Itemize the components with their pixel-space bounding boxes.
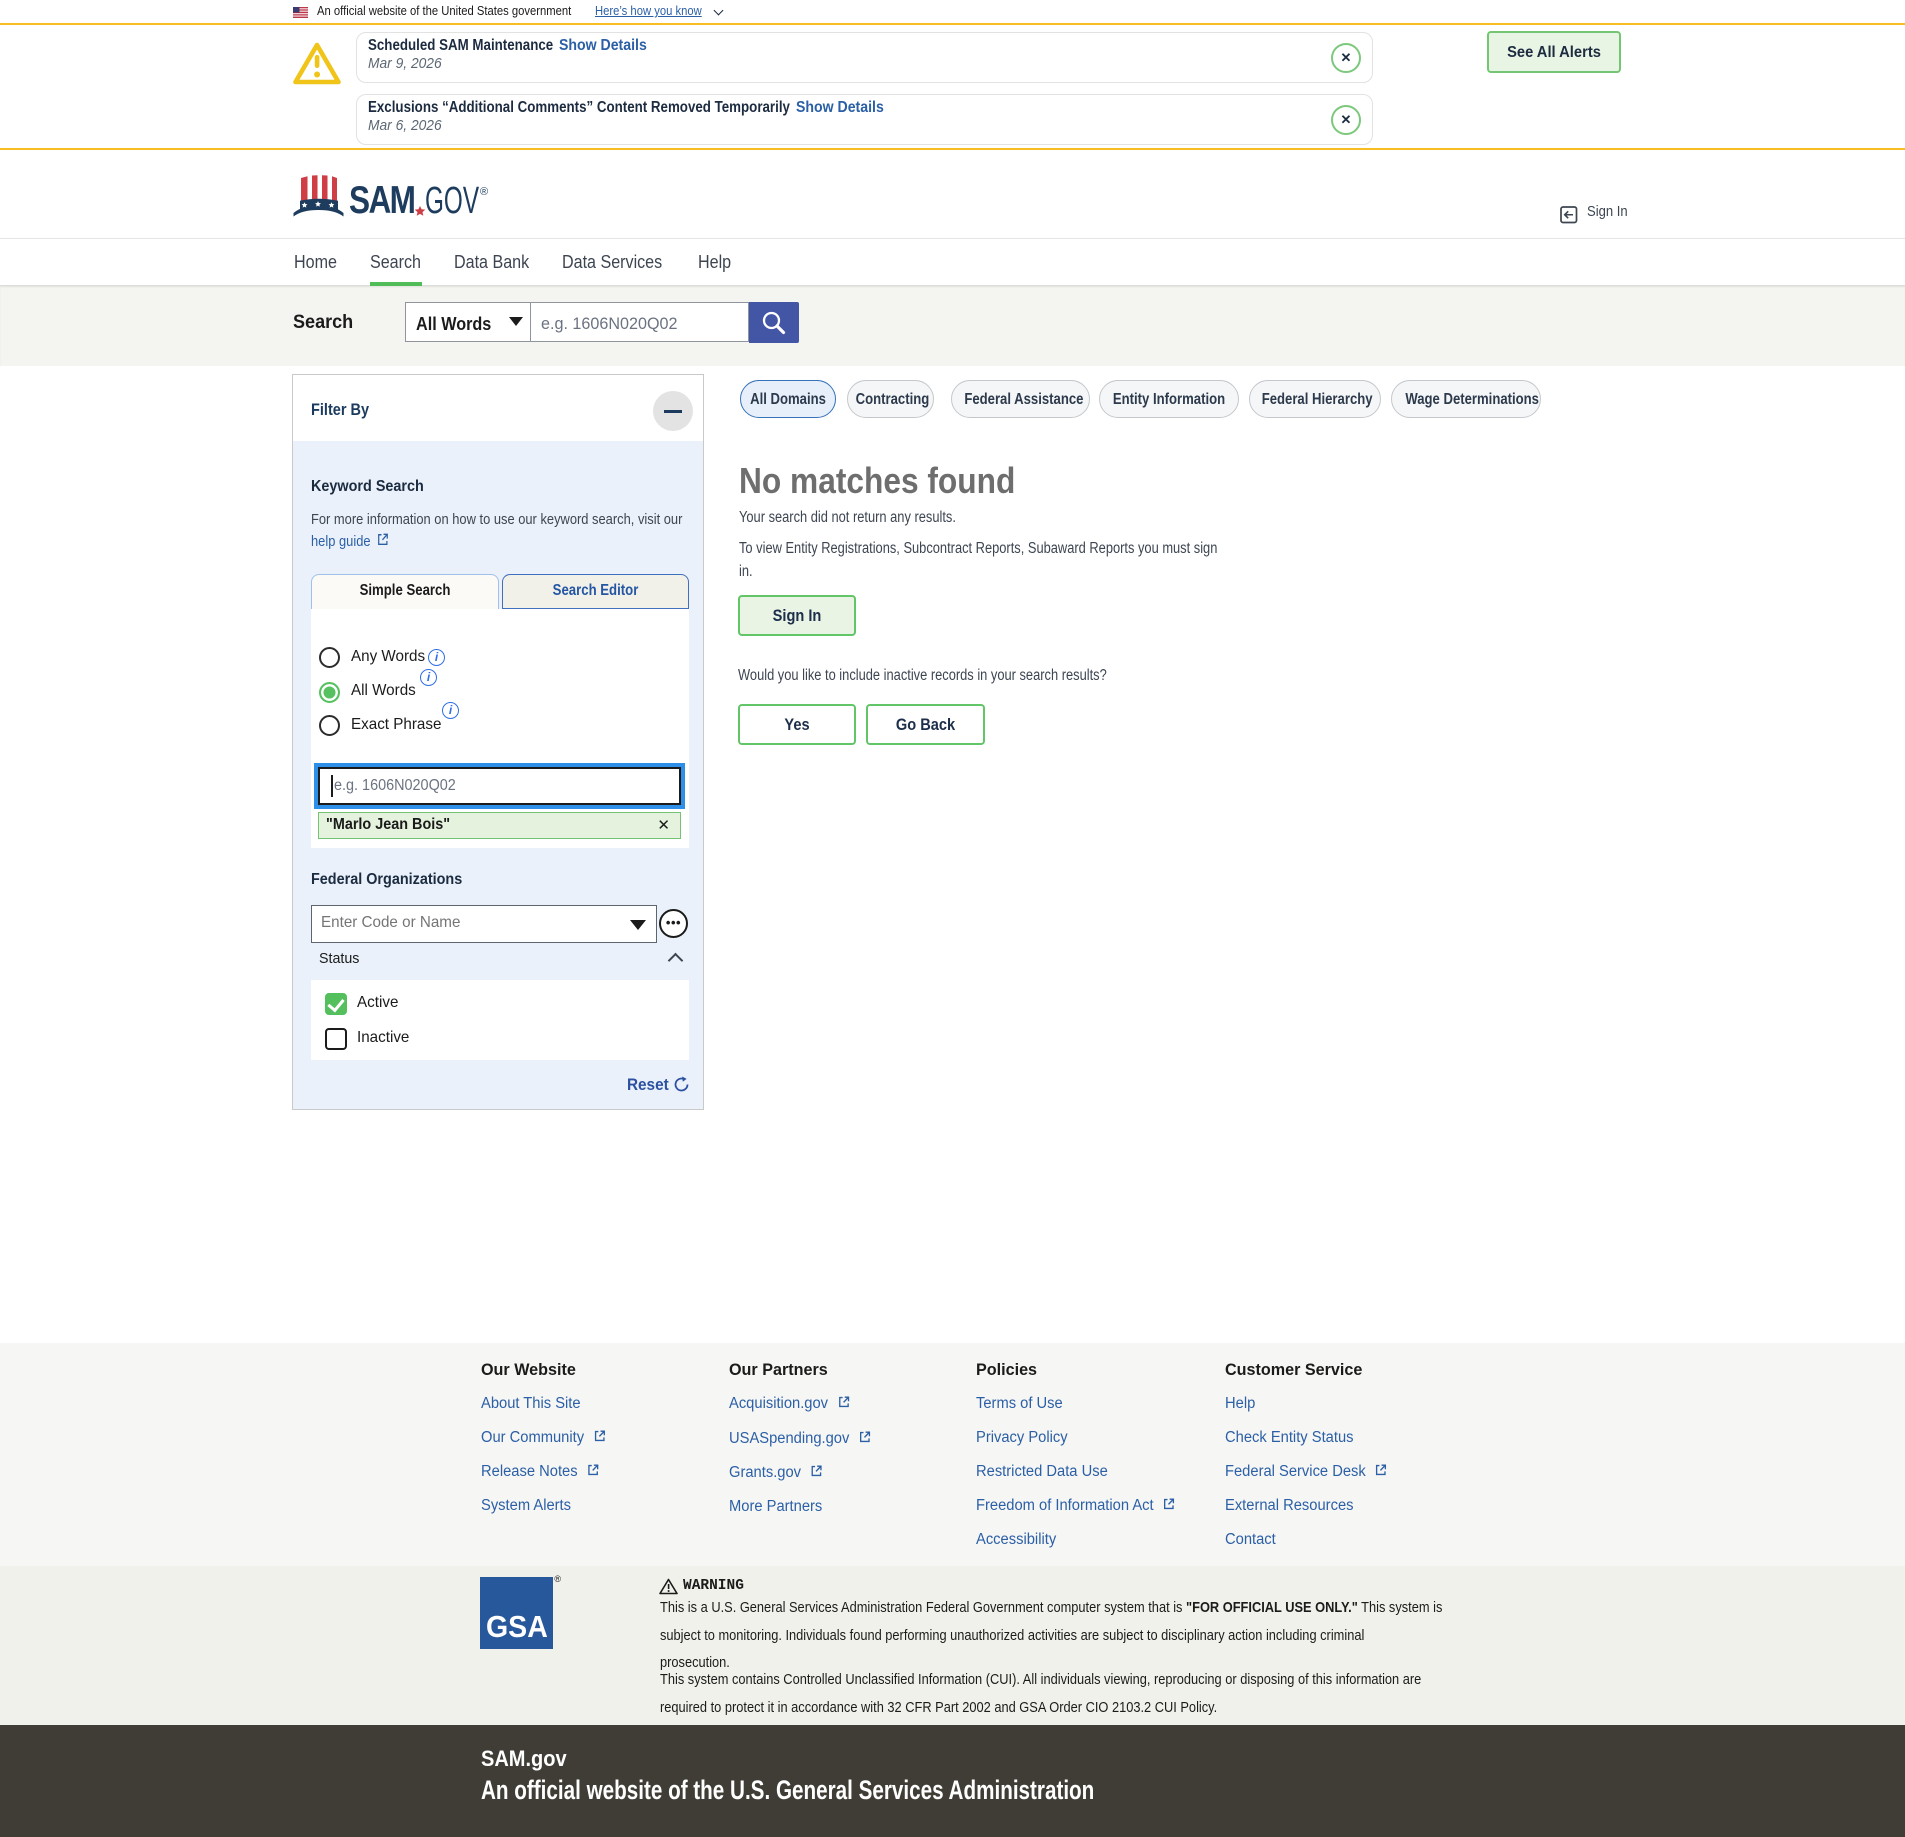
svg-text:®: ® [480, 186, 488, 198]
svg-text:SAM: SAM [349, 178, 415, 222]
svg-text:GOV: GOV [425, 178, 480, 221]
